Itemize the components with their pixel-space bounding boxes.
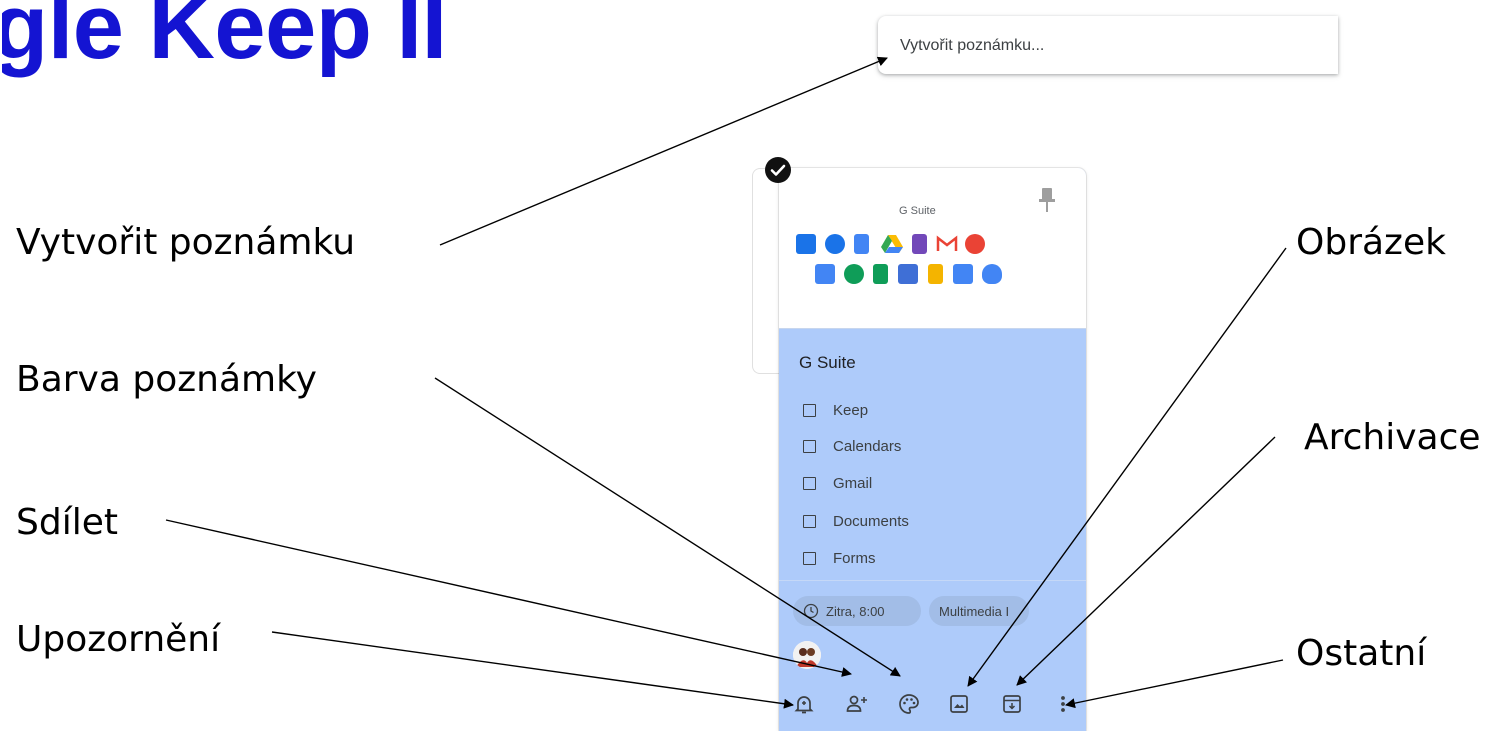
vault-app-icon	[953, 264, 973, 284]
label-chip-text: Multimedia I	[939, 603, 1010, 619]
more-vert-icon[interactable]	[1051, 692, 1075, 716]
label-create-note: Vytvořit poznámku	[16, 222, 356, 263]
google-plus-app-icon	[965, 234, 985, 254]
select-check-icon[interactable]	[765, 157, 791, 183]
slide-title: gle Keep II	[0, 0, 447, 78]
note-divider	[779, 580, 1086, 581]
label-share: Sdílet	[16, 502, 118, 543]
arrow-reminder	[271, 631, 794, 709]
checklist-item[interactable]: Documents	[803, 511, 909, 531]
drive-app-icon	[881, 234, 903, 254]
palette-icon[interactable]	[897, 692, 921, 716]
admin-app-icon	[982, 264, 1002, 284]
label-image: Obrázek	[1296, 222, 1446, 263]
docs-app-icon	[854, 234, 869, 254]
slide: gle Keep II Vytvořit poznámku Barva pozn…	[0, 0, 1503, 731]
calendar-app-icon	[796, 234, 816, 254]
label-reminder: Upozornění	[16, 619, 221, 660]
arrow-share	[165, 519, 852, 677]
contacts-app-icon	[825, 234, 845, 254]
take-note-bar[interactable]	[878, 16, 1338, 74]
checklist-item-text: Keep	[833, 401, 869, 419]
arrow-other	[1065, 659, 1284, 709]
label-other: Ostatní	[1296, 633, 1427, 674]
checkbox[interactable]	[803, 439, 816, 453]
add-image-icon[interactable]	[947, 692, 971, 716]
label-note-color: Barva poznámky	[16, 359, 317, 400]
reminder-chip[interactable]: Zitra, 8:00	[793, 596, 921, 626]
gsuite-image-caption: G Suite	[899, 205, 936, 217]
collaborator-avatar[interactable]	[793, 641, 821, 669]
note-title: G Suite	[799, 353, 856, 372]
sites-app-icon	[898, 264, 918, 284]
label-archive: Archivace	[1304, 417, 1481, 458]
checkbox[interactable]	[803, 403, 816, 417]
hangouts-app-icon	[844, 264, 864, 284]
checklist-item[interactable]: Calendars	[803, 436, 901, 456]
checklist-item[interactable]: Gmail	[803, 473, 872, 493]
checkbox[interactable]	[803, 476, 816, 490]
archive-icon[interactable]	[1000, 692, 1024, 716]
checklist-item[interactable]: Forms	[803, 548, 876, 568]
checklist-item[interactable]: Keep	[803, 400, 868, 420]
clock-icon	[803, 603, 819, 619]
checklist-item-text: Forms	[833, 549, 876, 567]
reminder-bell-icon[interactable]	[792, 692, 816, 716]
note-card[interactable]: G Suite G Suite Keep Calendars Gmail Doc…	[779, 168, 1086, 731]
take-note-input[interactable]	[898, 28, 1322, 64]
checklist-item-text: Calendars	[833, 437, 902, 455]
slides-meet-app-icon	[815, 264, 835, 284]
slides-app-icon	[928, 264, 943, 284]
add-collaborator-icon[interactable]	[845, 692, 869, 716]
note-image: G Suite	[779, 168, 1086, 329]
sheets-app-icon	[873, 264, 888, 284]
checkbox[interactable]	[803, 514, 816, 528]
checklist-item-text: Documents	[833, 512, 909, 530]
reminder-chip-text: Zitra, 8:00	[826, 603, 885, 619]
forms-app-icon	[912, 234, 927, 254]
checklist-item-text: Gmail	[833, 474, 873, 492]
checkbox[interactable]	[803, 551, 816, 565]
gmail-app-icon	[936, 234, 958, 254]
label-chip[interactable]: Multimedia I	[929, 596, 1029, 626]
pin-icon[interactable]	[1037, 186, 1057, 214]
